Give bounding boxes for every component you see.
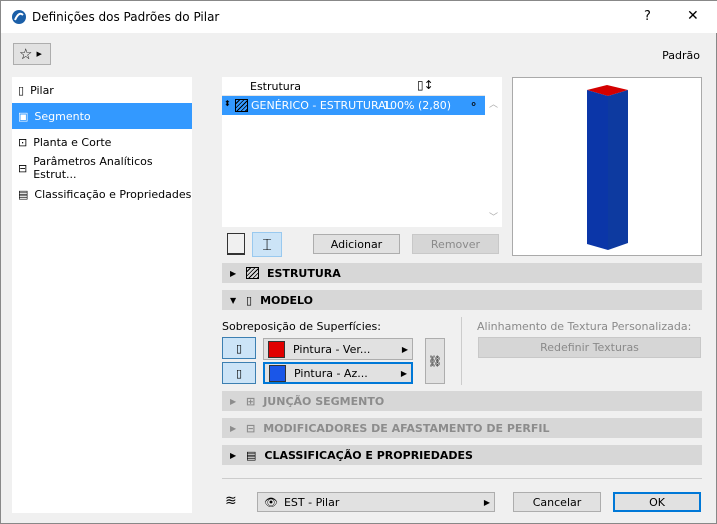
drag-handle-icon[interactable]: ⬍ <box>224 99 231 108</box>
core-icon[interactable]: ⚬ <box>469 98 478 111</box>
offset-icon: ⊟ <box>246 421 256 435</box>
texture-label: Alinhamento de Textura Personalizada: <box>477 320 692 333</box>
sidebar-item-planta-corte[interactable]: ⊡ Planta e Corte <box>12 129 192 155</box>
surface-top-button[interactable]: ▯ <box>222 337 256 359</box>
pillar-preview <box>587 85 628 250</box>
scroll-down-icon[interactable]: ﹀ <box>489 210 498 223</box>
sidebar-item-pilar[interactable]: ▯ Pilar <box>12 77 192 103</box>
footer-divider <box>222 478 702 479</box>
divider <box>461 317 462 385</box>
section-estrutura[interactable]: ▶ ESTRUTURA <box>222 263 702 283</box>
document-icon: ▤ <box>246 448 257 462</box>
reset-textures-button[interactable]: Redefinir Texturas <box>478 337 701 358</box>
title-bar: Definições dos Padrões do Pilar ? ✕ <box>1 1 717 33</box>
scroll-up-icon[interactable]: ︿ <box>489 97 498 110</box>
section-modificadores[interactable]: ▶ ⊟ MODIFICADORES DE AFASTAMENTO DE PERFIL <box>222 418 702 438</box>
ok-button[interactable]: OK <box>613 492 701 512</box>
table-row[interactable]: ⬍ GENÉRICO - ESTRUTURAL 100% (2,80) ⚬ <box>222 96 485 115</box>
help-button[interactable]: ? <box>644 9 651 24</box>
surface-side-button[interactable]: ▯ <box>222 362 256 384</box>
chain-link-icon: ⛓ <box>428 354 442 368</box>
color-swatch <box>268 340 285 358</box>
pillar-icon: ▯ <box>18 83 25 97</box>
tapered-segment-icon: ⌶ <box>262 234 272 254</box>
link-surfaces-button[interactable]: ⛓ <box>425 338 445 384</box>
layers-icon: ≋ <box>225 493 237 509</box>
star-icon: ☆ <box>19 45 33 63</box>
structure-table: Estrutura ▯↕ ⬍ GENÉRICO - ESTRUTURAL 100… <box>222 77 502 227</box>
model-icon: ▯ <box>246 293 253 307</box>
box-top-icon: ▯ <box>235 341 243 355</box>
section-classificacao[interactable]: ▶ ▤ CLASSIFICAÇÃO E PROPRIEDADES <box>222 445 702 465</box>
window-title: Definições dos Padrões do Pilar <box>32 10 220 24</box>
junction-icon: ⊞ <box>246 394 256 408</box>
surface-label: Sobreposição de Superfícies: <box>222 320 381 333</box>
eye-icon: 👁 <box>264 495 278 509</box>
preset-name: Padrão <box>662 49 700 62</box>
hatch-icon <box>235 99 248 112</box>
close-button[interactable]: ✕ <box>687 8 699 24</box>
section-juncao[interactable]: ▶ ⊞ JUNÇÃO SEGMENTO <box>222 391 702 411</box>
straight-segment-icon[interactable] <box>227 233 245 255</box>
remove-button[interactable]: Remover <box>412 234 499 254</box>
add-button[interactable]: Adicionar <box>313 234 400 254</box>
document-icon: ▤ <box>18 187 29 201</box>
surface-dropdown-top[interactable]: Pintura - Ver... ▶ <box>263 338 413 360</box>
sidebar-item-parametros[interactable]: ⊟ Parâmetros Analíticos Estrut... <box>12 155 192 181</box>
favorites-button[interactable]: ☆ ▶ <box>13 43 51 65</box>
layer-dropdown[interactable]: 👁 EST - Pilar ▶ <box>257 492 495 512</box>
thickness-icon: ▯↕ <box>417 78 434 92</box>
surface-dropdown-side[interactable]: Pintura - Az... ▶ <box>263 362 413 384</box>
sidebar-item-segmento[interactable]: ▣ Segmento <box>12 103 192 129</box>
color-swatch <box>269 364 286 382</box>
app-logo-icon <box>12 10 26 24</box>
tapered-segment-button[interactable]: ⌶ <box>252 232 282 257</box>
box-side-icon: ▯ <box>235 366 243 380</box>
preview-3d <box>512 77 702 256</box>
section-modelo[interactable]: ▼ ▯ MODELO <box>222 290 702 310</box>
floorplan-icon: ⊡ <box>18 135 28 149</box>
analytic-icon: ⊟ <box>18 161 28 175</box>
sidebar: ▯ Pilar ▣ Segmento ⊡ Planta e Corte ⊟ Parâme… <box>12 77 192 513</box>
cancel-button[interactable]: Cancelar <box>513 492 601 512</box>
segment-icon: ▣ <box>18 109 29 123</box>
hatch-icon <box>246 267 259 279</box>
table-header: Estrutura ▯↕ <box>222 77 485 96</box>
sidebar-item-classificacao[interactable]: ▤ Classificação e Propriedades <box>12 181 192 207</box>
